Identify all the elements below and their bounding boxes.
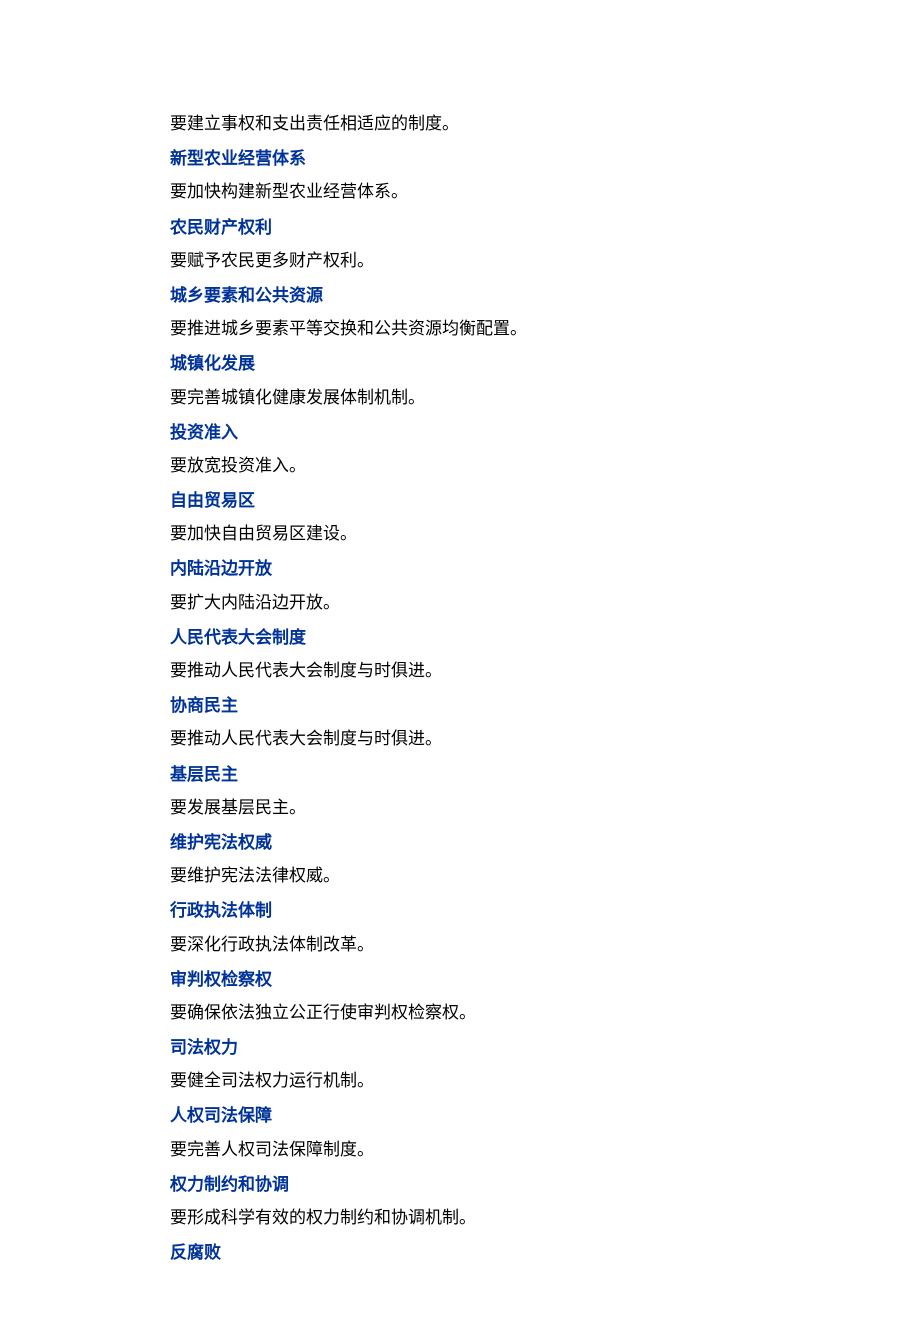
section-heading: 基层民主 <box>170 761 750 788</box>
section-body: 要放宽投资准入。 <box>170 452 750 479</box>
section-heading: 城镇化发展 <box>170 350 750 377</box>
section-body: 要发展基层民主。 <box>170 794 750 821</box>
section-body: 要推进城乡要素平等交换和公共资源均衡配置。 <box>170 315 750 342</box>
section-body: 要加快自由贸易区建设。 <box>170 520 750 547</box>
section-body: 要形成科学有效的权力制约和协调机制。 <box>170 1204 750 1231</box>
section-body: 要健全司法权力运行机制。 <box>170 1067 750 1094</box>
section-heading: 投资准入 <box>170 419 750 446</box>
section-body: 要推动人民代表大会制度与时俱进。 <box>170 725 750 752</box>
section-body: 要维护宪法法律权威。 <box>170 862 750 889</box>
section-heading: 人权司法保障 <box>170 1102 750 1129</box>
section-heading: 权力制约和协调 <box>170 1171 750 1198</box>
section-heading: 审判权检察权 <box>170 966 750 993</box>
section-heading: 城乡要素和公共资源 <box>170 282 750 309</box>
section-heading: 农民财产权利 <box>170 214 750 241</box>
section-heading: 维护宪法权威 <box>170 829 750 856</box>
section-body: 要推动人民代表大会制度与时俱进。 <box>170 657 750 684</box>
document-content: 要建立事权和支出责任相适应的制度。新型农业经营体系要加快构建新型农业经营体系。农… <box>170 110 750 1266</box>
section-heading: 人民代表大会制度 <box>170 624 750 651</box>
section-body: 要扩大内陆沿边开放。 <box>170 589 750 616</box>
section-heading: 内陆沿边开放 <box>170 555 750 582</box>
section-heading: 协商民主 <box>170 692 750 719</box>
section-heading: 自由贸易区 <box>170 487 750 514</box>
section-heading: 司法权力 <box>170 1034 750 1061</box>
section-heading: 行政执法体制 <box>170 897 750 924</box>
section-body: 要完善城镇化健康发展体制机制。 <box>170 384 750 411</box>
section-heading: 新型农业经营体系 <box>170 145 750 172</box>
section-body: 要建立事权和支出责任相适应的制度。 <box>170 110 750 137</box>
section-body: 要赋予农民更多财产权利。 <box>170 247 750 274</box>
section-body: 要完善人权司法保障制度。 <box>170 1136 750 1163</box>
section-body: 要深化行政执法体制改革。 <box>170 931 750 958</box>
section-heading: 反腐败 <box>170 1239 750 1266</box>
section-body: 要确保依法独立公正行使审判权检察权。 <box>170 999 750 1026</box>
section-body: 要加快构建新型农业经营体系。 <box>170 178 750 205</box>
